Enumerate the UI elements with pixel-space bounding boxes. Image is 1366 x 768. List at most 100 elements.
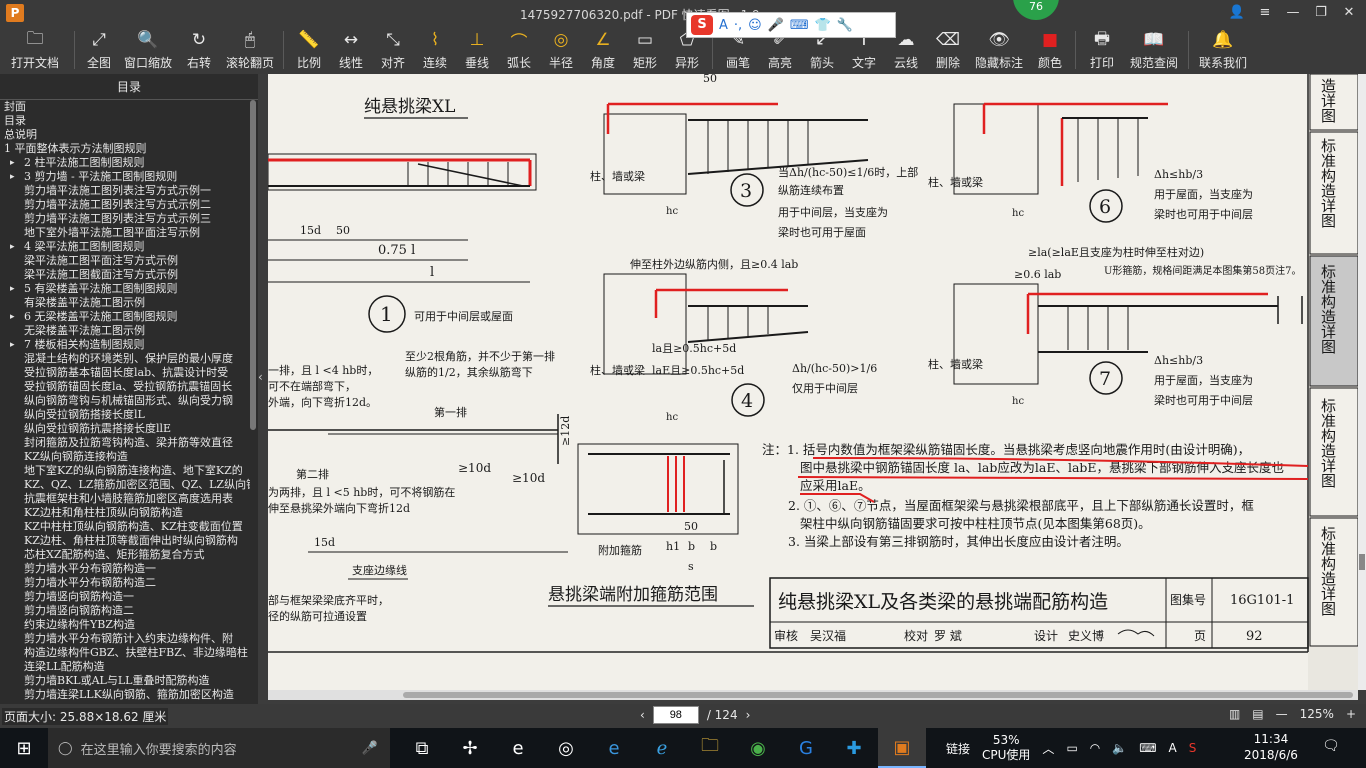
ime-keyboard-icon[interactable]: ⌨ (790, 18, 809, 33)
ie-icon[interactable]: ℯ (638, 728, 686, 768)
toc-item[interactable]: 无梁楼盖平法施工图示例 (4, 324, 250, 338)
g-app-icon[interactable]: G (782, 728, 830, 768)
toc-item[interactable]: KZ边柱和角柱柱顶纵向钢筋构造 (4, 506, 250, 520)
swirl-app-icon[interactable]: ◎ (542, 728, 590, 768)
maximize-button[interactable]: ❐ (1312, 4, 1330, 22)
toc-item[interactable]: 抗震框架柱和小墙肢箍筋加密区高度选用表 (4, 492, 250, 506)
expand-arrow-icon[interactable]: ▸ (10, 282, 15, 296)
toolbar-rotate-right-button[interactable]: ↻ 右转 (177, 26, 221, 74)
zoom-level[interactable]: 125% (1300, 707, 1334, 721)
double-page-view-icon[interactable]: ▤ (1252, 707, 1263, 721)
vscroll-thumb[interactable] (1359, 554, 1365, 570)
toolbar-rectangle-button[interactable]: ▭ 矩形 (624, 26, 666, 74)
document-hscrollbar[interactable] (268, 690, 1358, 700)
minimize-button[interactable]: — (1284, 4, 1302, 22)
toolbar-open-folder-button[interactable]: 🗀 打开文档 (0, 26, 70, 74)
microphone-icon[interactable]: 🎤 (362, 741, 378, 756)
toc-item[interactable]: 有梁楼盖平法施工图示例 (4, 296, 250, 310)
toc-item[interactable]: 芯柱XZ配筋构造、矩形箍筋复合方式 (4, 548, 250, 562)
expand-arrow-icon[interactable]: ▸ (10, 170, 15, 184)
battery-icon[interactable]: ▭ (1066, 741, 1077, 755)
prev-page-icon[interactable]: ‹ (640, 708, 645, 722)
toc-item[interactable]: 纵向钢筋弯钩与机械锚固形式、纵向受力钢 (4, 394, 250, 408)
start-button[interactable]: ⊞ (0, 728, 48, 768)
toc-item[interactable]: 受拉钢筋锚固长度la、受拉钢筋抗震锚固长 (4, 380, 250, 394)
toc-item[interactable]: 剪力墙水平分布钢筋计入约束边缘构件、附 (4, 632, 250, 646)
close-button[interactable]: ✕ (1340, 4, 1358, 22)
toc-item[interactable]: 封闭箍筋及拉筋弯钩构造、梁并筋等效直径 (4, 436, 250, 450)
ime-skin-icon[interactable]: 👕 (815, 18, 831, 33)
toc-item[interactable]: 封面 (4, 100, 250, 114)
toc-item[interactable]: 地下室KZ的纵向钢筋连接构造、地下室KZ的 (4, 464, 250, 478)
toc-item[interactable]: 剪力墙水平分布钢筋构造一 (4, 562, 250, 576)
keyboard-icon[interactable]: ⌨ (1139, 741, 1156, 755)
hscroll-thumb[interactable] (403, 692, 1353, 698)
toolbar-perpendicular-button[interactable]: ⊥ 垂线 (456, 26, 498, 74)
notification-icon[interactable]: 🗨 (1322, 738, 1340, 754)
toc-item[interactable]: 约束边缘构件YBZ构造 (4, 618, 250, 632)
file-explorer-icon[interactable]: 🗀 (686, 728, 734, 768)
volume-icon[interactable]: 🔈 (1112, 741, 1127, 755)
toc-item[interactable]: 混凝土结构的环境类别、保护层的最小厚度 (4, 352, 250, 366)
toc-item[interactable]: 剪力墙水平分布钢筋构造二 (4, 576, 250, 590)
edge-icon[interactable]: e (590, 728, 638, 768)
toc-item[interactable]: 目录 (4, 114, 250, 128)
ime-mic-icon[interactable]: 🎤 (768, 18, 784, 33)
toolbar-eraser-button[interactable]: ⌫ 删除 (927, 26, 969, 74)
toc-item[interactable]: KZ纵向钢筋连接构造 (4, 450, 250, 464)
input-language[interactable]: A (1169, 741, 1177, 755)
clock[interactable]: 11:34 2018/6/6 (1244, 731, 1298, 763)
expand-arrow-icon[interactable]: ▸ (10, 240, 15, 254)
toolbar-zoom-window-button[interactable]: 🔍 窗口缩放 (119, 26, 177, 74)
toc-item[interactable]: ▸ 5 有梁楼盖平法施工图制图规则 (4, 282, 250, 296)
page-number-input[interactable] (652, 706, 699, 724)
zoom-out-icon[interactable]: — (1276, 707, 1288, 721)
expand-arrow-icon[interactable]: ▸ (10, 338, 15, 352)
ime-emoji-icon[interactable]: ☺ (748, 18, 762, 33)
next-page-icon[interactable]: › (746, 708, 751, 722)
toc-item[interactable]: ▸ 6 无梁楼盖平法施工图制图规则 (4, 310, 250, 324)
toolbar-aligned-measure-button[interactable]: ⤡ 对齐 (372, 26, 414, 74)
zoom-in-icon[interactable]: + (1346, 707, 1356, 721)
toolbar-angle-button[interactable]: ∠ 角度 (582, 26, 624, 74)
toolbar-fit-all-button[interactable]: ⤢ 全图 (79, 26, 119, 74)
expand-arrow-icon[interactable]: ▸ (10, 156, 15, 170)
toc-item[interactable]: 纵向受拉钢筋搭接长度lL (4, 408, 250, 422)
user-icon[interactable]: 👤 (1228, 4, 1246, 22)
toc-item[interactable]: ▸ 3 剪力墙 - 平法施工图制图规则 (4, 170, 250, 184)
toc-item[interactable]: ▸ 7 楼板相关构造制图规则 (4, 338, 250, 352)
toc-item[interactable]: 剪力墙BKL或AL与LL重叠时配筋构造 (4, 674, 250, 688)
toc-item[interactable]: 地下室外墙平法施工图平面注写示例 (4, 226, 250, 240)
links-toolbar[interactable]: 链接 (946, 740, 970, 757)
network-icon[interactable]: ◠ (1090, 741, 1100, 755)
collapse-sidebar-icon[interactable]: ‹ (258, 370, 268, 400)
ime-toolbar[interactable]: S A ·, ☺ 🎤 ⌨ 👕 🔧 (686, 12, 896, 38)
document-view[interactable]: 纯悬挑梁XL 15d 50 0.75 l l 1 可用于中间层或屋面 至少2根角… (268, 74, 1358, 690)
score-badge[interactable]: 76 (1013, 0, 1059, 20)
ime-lang-icon[interactable]: A (719, 18, 728, 33)
toolbar-spec-book-button[interactable]: 📖 规范查阅 (1124, 26, 1184, 74)
ime-tools-icon[interactable]: 🔧 (837, 18, 853, 33)
menu-icon[interactable]: ≡ (1256, 4, 1274, 22)
toc-item[interactable]: KZ中柱柱顶纵向钢筋构造、KZ柱变截面位置 (4, 520, 250, 534)
toc-item[interactable]: 剪力墙竖向钢筋构造一 (4, 590, 250, 604)
toc-item[interactable]: KZ边柱、角柱柱顶等截面伸出时纵向钢筋构 (4, 534, 250, 548)
taskbar-search[interactable]: ◯ 在这里输入你要搜索的内容 🎤 (48, 728, 390, 768)
toc-item[interactable]: 纵向受拉钢筋抗震搭接长度llE (4, 422, 250, 436)
toc-item[interactable]: ▸ 4 梁平法施工图制图规则 (4, 240, 250, 254)
toolbar-mouse-wheel-button[interactable]: 🖱 滚轮翻页 (221, 26, 279, 74)
toc-item[interactable]: 剪力墙平法施工图列表注写方式示例三 (4, 212, 250, 226)
toc-item[interactable]: 剪力墙平法施工图列表注写方式示例一 (4, 184, 250, 198)
toc-item[interactable]: 梁平法施工图截面注写方式示例 (4, 268, 250, 282)
toolbar-radius-button[interactable]: ◎ 半径 (540, 26, 582, 74)
toc-scrollbar[interactable] (250, 100, 256, 430)
toolbar-contact-button[interactable]: 🔔 联系我们 (1193, 26, 1253, 74)
sogou-tray-icon[interactable]: S (1189, 741, 1197, 755)
toc-item[interactable]: 剪力墙连梁LLK纵向钢筋、箍筋加密区构造 (4, 688, 250, 702)
toc-item[interactable]: 1 平面整体表示方法制图规则 (4, 142, 250, 156)
toc-item[interactable]: 连梁LL配筋构造 (4, 660, 250, 674)
toc-item[interactable]: ▸ 2 柱平法施工图制图规则 (4, 156, 250, 170)
toolbar-hide-annotation-button[interactable]: 👁 隐藏标注 (969, 26, 1029, 74)
toc-item[interactable]: 构造边缘构件GBZ、扶壁柱FBZ、非边缘暗柱 (4, 646, 250, 660)
tools-app-icon[interactable]: ✚ (830, 728, 878, 768)
